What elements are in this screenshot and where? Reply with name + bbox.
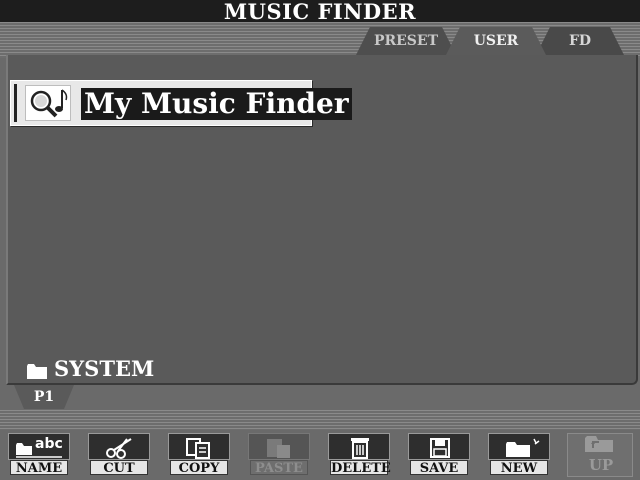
- copy-icon: [186, 438, 210, 459]
- copy-button-label: COPY: [170, 460, 228, 476]
- cut-button-label: CUT: [90, 460, 148, 476]
- save-button[interactable]: SAVE: [408, 433, 470, 477]
- copy-button[interactable]: COPY: [168, 433, 230, 477]
- footer-stripe: [0, 410, 640, 430]
- new-button-label: NEW: [490, 460, 548, 476]
- copy-button-face: [168, 433, 230, 460]
- tab-preset-label: PRESET: [373, 33, 439, 49]
- paste-button-label: PASTE: [250, 460, 308, 476]
- window-title: MUSIC FINDER: [0, 0, 640, 23]
- name-button-face: abc: [8, 433, 70, 460]
- delete-button[interactable]: DELETE: [328, 433, 391, 477]
- name-button-icon-text: abc: [35, 436, 63, 452]
- name-button-label: NAME: [10, 460, 68, 476]
- delete-button-label: DELETE: [330, 460, 391, 476]
- cut-button-face: [88, 433, 150, 460]
- selection-bar: [14, 84, 17, 122]
- up-button[interactable]: UP: [567, 433, 633, 477]
- save-button-label: SAVE: [410, 460, 468, 476]
- page-tab-p1[interactable]: P1: [14, 385, 74, 409]
- file-item-name: My Music Finder: [81, 88, 352, 120]
- up-button-face: UP: [567, 433, 633, 477]
- cut-button[interactable]: CUT: [88, 433, 150, 477]
- tab-fd-label: FD: [568, 33, 592, 49]
- new-folder-icon: [506, 438, 540, 457]
- new-button-face: [488, 433, 550, 460]
- folder-label: SYSTEM: [54, 356, 155, 381]
- paste-button-face: [248, 433, 310, 460]
- new-button[interactable]: NEW: [488, 433, 550, 477]
- paste-button[interactable]: PASTE: [248, 433, 310, 477]
- file-item-my-music-finder[interactable]: My Music Finder: [10, 80, 352, 126]
- tab-user-label: USER: [473, 33, 519, 49]
- music-finder-file-icon: [25, 85, 71, 121]
- scissors-icon: [106, 438, 132, 459]
- tab-fd[interactable]: FD: [536, 27, 624, 55]
- name-button[interactable]: abc NAME: [8, 433, 70, 477]
- delete-button-face: [328, 433, 390, 460]
- tab-user[interactable]: USER: [446, 27, 546, 55]
- folder-icon: [26, 360, 48, 385]
- floppy-disk-icon: [430, 438, 450, 458]
- tab-preset[interactable]: PRESET: [356, 27, 456, 55]
- paste-icon: [267, 439, 290, 458]
- save-button-face: [408, 433, 470, 460]
- up-button-label: UP: [588, 456, 614, 474]
- folder-up-icon: [585, 436, 613, 452]
- trash-icon: [351, 438, 369, 459]
